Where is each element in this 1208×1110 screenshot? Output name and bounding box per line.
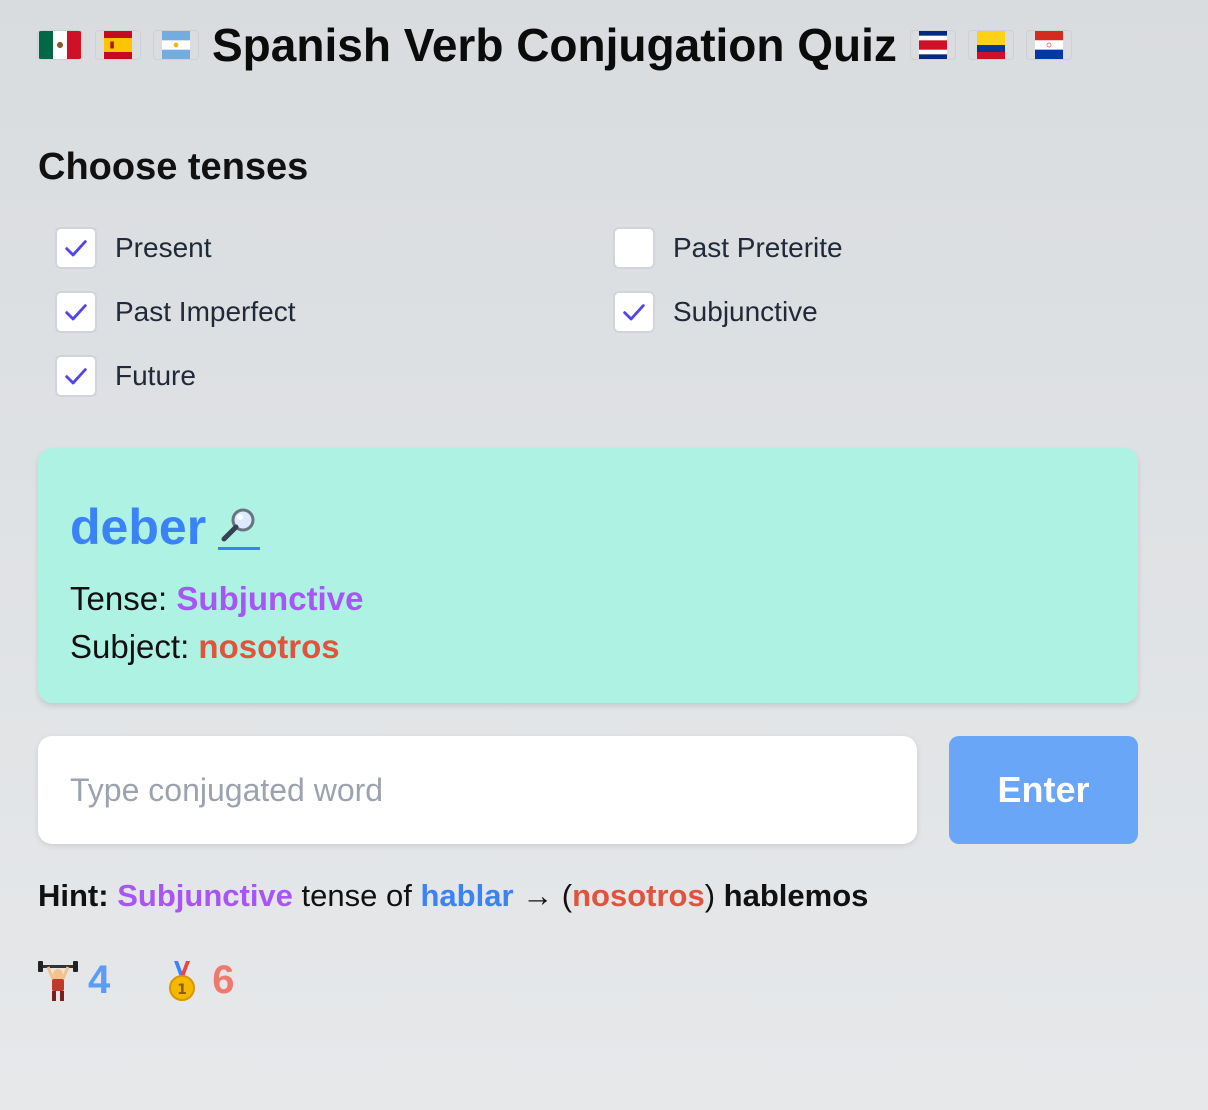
stats: 4 1 6 [38, 958, 287, 1003]
tense-option-subjunctive[interactable]: Subjunctive [613, 291, 818, 333]
subject-value: nosotros [198, 628, 340, 665]
spain-flag-icon [96, 31, 140, 59]
tense-label-subjunctive: Subjunctive [673, 296, 818, 327]
tense-label-future: Future [115, 360, 196, 391]
tense-label-past-preterite: Past Preterite [673, 232, 843, 263]
colombia-flag-icon [969, 31, 1013, 59]
tense-label: Tense: [70, 580, 168, 617]
hint-verb: hablar [420, 878, 514, 913]
paraguay-flag-icon [1027, 31, 1071, 59]
enter-button[interactable]: Enter [949, 736, 1138, 844]
hint-tense: Subjunctive [117, 878, 293, 913]
page-header: Spanish Verb Conjugation Quiz [38, 18, 1071, 72]
hint-subject: nosotros [572, 878, 705, 913]
gold-medal-icon: 1 [162, 959, 202, 1003]
subjunctive-checkbox[interactable] [613, 291, 655, 333]
flags-right [911, 31, 1071, 59]
checkmark-icon [65, 368, 87, 385]
streak-count: 4 [88, 958, 111, 1002]
verb: deber [70, 499, 207, 555]
present-checkbox[interactable] [55, 227, 97, 269]
magnifying-glass-icon[interactable] [218, 505, 261, 550]
mexico-flag-icon [38, 31, 82, 59]
checkmark-icon [65, 304, 87, 321]
checkmark-icon [623, 304, 645, 321]
hint-label: Hint: [38, 878, 109, 913]
tense-label-past-imperfect: Past Imperfect [115, 296, 296, 327]
tense-option-past-imperfect[interactable]: Past Imperfect [55, 291, 296, 333]
hint-open-paren: ( [561, 878, 573, 913]
answer-input[interactable] [38, 736, 917, 844]
tense-option-past-preterite[interactable]: Past Preterite [613, 227, 843, 269]
weightlifter-icon [38, 959, 78, 1003]
costa-rica-flag-icon [911, 31, 955, 59]
checkmark-icon [65, 240, 87, 257]
verb-row: deber [70, 498, 261, 556]
hint-subject-group: (nosotros) [562, 878, 715, 913]
tenses-heading: Choose tenses [38, 146, 309, 188]
svg-text:1: 1 [177, 982, 187, 998]
best-count: 6 [212, 958, 235, 1002]
past-imperfect-checkbox[interactable] [55, 291, 97, 333]
tense-option-future[interactable]: Future [55, 355, 196, 397]
hint: Hint: Subjunctive tense of hablar → (nos… [38, 878, 868, 914]
tense-label-present: Present [115, 232, 212, 263]
argentina-flag-icon [154, 31, 198, 59]
hint-arrow: → [522, 878, 554, 913]
future-checkbox[interactable] [55, 355, 97, 397]
best-stat: 1 6 [162, 958, 235, 1003]
subject-label: Subject: [70, 628, 190, 665]
tense-option-present[interactable]: Present [55, 227, 212, 269]
streak-stat: 4 [38, 958, 110, 1003]
past-preterite-checkbox[interactable] [613, 227, 655, 269]
hint-answer: hablemos [723, 878, 869, 913]
question-card: deber Tense: Subjunctive Subject: nosotr… [38, 448, 1138, 703]
subject-line: Subject: nosotros [70, 628, 340, 666]
hint-close-paren: ) [704, 878, 716, 913]
tense-line: Tense: Subjunctive [70, 580, 363, 618]
hint-text: tense of [301, 878, 412, 913]
flags-left [38, 31, 198, 59]
page-title: Spanish Verb Conjugation Quiz [212, 19, 897, 71]
tense-value: Subjunctive [176, 580, 364, 617]
